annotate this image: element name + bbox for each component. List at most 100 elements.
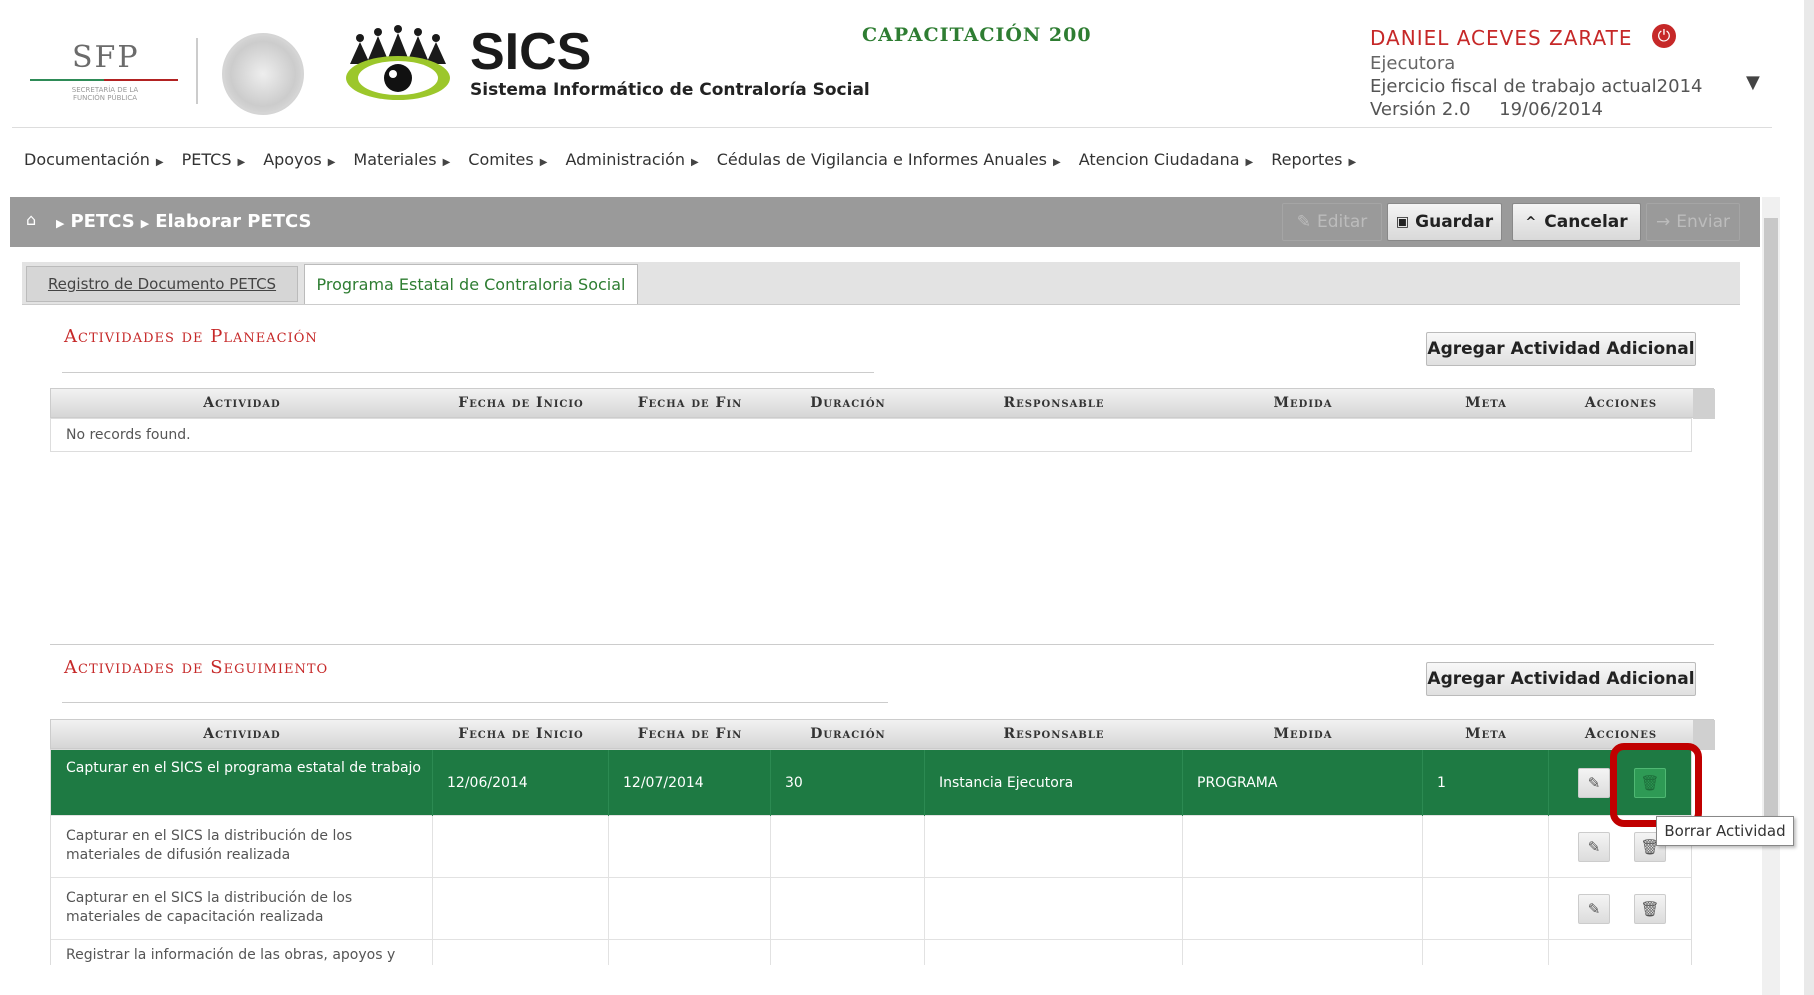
col-duracion[interactable]: Duración: [771, 389, 925, 417]
user-menu-caret-icon[interactable]: ▼: [1746, 72, 1760, 93]
cell-meta: 1: [1437, 775, 1446, 791]
pencil-icon: ✎: [1296, 212, 1311, 232]
sfp-subtitle: SECRETARÍA DE LA FUNCIÓN PÚBLICA: [71, 86, 139, 102]
col-responsable[interactable]: Responsable: [925, 389, 1183, 417]
caret-right-icon: ▶: [1053, 157, 1061, 168]
seguimiento-add-button[interactable]: Agregar Actividad Adicional: [1426, 662, 1696, 696]
main-menu: Documentación ▶ PETCS ▶ Apoyos ▶ Materiales…: [24, 150, 1374, 174]
col-responsable[interactable]: Responsable: [925, 720, 1183, 748]
header-divider-line: [12, 127, 1772, 128]
menu-apoyos[interactable]: Apoyos ▶: [263, 150, 335, 174]
table-row[interactable]: Capturar en el SICS el programa estatal …: [51, 750, 1691, 816]
menu-cedulas[interactable]: Cédulas de Vigilancia e Informes Anuales…: [717, 150, 1061, 174]
chevron-up-icon: ^: [1525, 214, 1537, 230]
caret-right-icon: ▶: [539, 157, 548, 168]
sics-logo-icon: [346, 25, 450, 100]
planeacion-add-button[interactable]: Agregar Actividad Adicional: [1426, 332, 1696, 366]
planeacion-title-underline: [62, 372, 874, 373]
cell-medida: PROGRAMA: [1197, 775, 1278, 791]
trash-icon: 🗑: [1640, 900, 1660, 918]
breadcrumb-petcs[interactable]: PETCS: [70, 211, 134, 232]
caret-right-icon: ▶: [1245, 157, 1254, 168]
header-scroll-spacer: [1693, 389, 1715, 419]
menu-comites[interactable]: Comites ▶: [468, 150, 547, 174]
col-meta[interactable]: Meta: [1423, 389, 1549, 417]
delete-row-button[interactable]: 🗑: [1634, 894, 1666, 924]
menu-petcs[interactable]: PETCS ▶: [182, 150, 246, 174]
delete-tooltip: Borrar Actividad: [1656, 816, 1794, 846]
sfp-logo-line: [30, 79, 178, 81]
pencil-icon: ✎: [1587, 900, 1601, 918]
editar-button[interactable]: ✎ Editar: [1282, 203, 1382, 241]
guardar-button[interactable]: ▣ Guardar: [1387, 203, 1502, 241]
sfp-logo: SFP: [72, 40, 140, 75]
table-row[interactable]: Capturar en el SICS la distribución de l…: [51, 816, 1691, 878]
col-medida[interactable]: Medida: [1183, 720, 1423, 748]
header-divider: [196, 38, 198, 104]
planeacion-table-body: No records found.: [50, 418, 1692, 452]
col-fecha-inicio[interactable]: Fecha de Inicio: [433, 389, 609, 417]
delete-button-highlight: [1610, 743, 1702, 827]
edit-row-button[interactable]: ✎: [1578, 894, 1610, 924]
seguimiento-table-body: Capturar en el SICS el programa estatal …: [50, 749, 1692, 965]
breadcrumb: ▶ PETCS ▶ Elaborar PETCS: [56, 211, 312, 232]
save-icon: ▣: [1395, 214, 1410, 230]
seguimiento-table-header: Actividad Fecha de Inicio Fecha de Fin D…: [50, 719, 1715, 750]
app-subtitle: Sistema Informático de Contraloría Socia…: [470, 80, 870, 100]
app-version: Versión 2.0 19/06/2014: [1370, 99, 1603, 120]
planeacion-title: Actividades de Planeación: [64, 326, 318, 347]
caret-right-icon: ▶: [155, 157, 164, 168]
caret-right-icon: ▶: [691, 157, 699, 168]
cell-fecha-fin: 12/07/2014: [623, 775, 704, 791]
menu-documentacion[interactable]: Documentación ▶: [24, 150, 164, 174]
menu-atencion-ciudadana[interactable]: Atencion Ciudadana ▶: [1079, 150, 1254, 174]
national-seal-icon: [222, 33, 304, 115]
col-fecha-fin[interactable]: Fecha de Fin: [609, 389, 771, 417]
cell-actividad: Registrar la información de las obras, a…: [66, 947, 396, 963]
tab-programa-estatal[interactable]: Programa Estatal de Contraloria Social: [304, 264, 638, 304]
cell-actividad: Capturar en el SICS el programa estatal …: [66, 760, 421, 776]
seguimiento-title: Actividades de Seguimiento: [64, 657, 329, 678]
cell-actividad: Capturar en el SICS la distribución de l…: [66, 828, 353, 863]
logout-power-icon[interactable]: ⏻: [1652, 24, 1676, 48]
caret-right-icon: ▶: [327, 157, 336, 168]
user-fiscal-year: Ejercicio fiscal de trabajo actual2014: [1370, 76, 1703, 97]
cell-duracion: 30: [785, 775, 803, 791]
tab-registro-documento[interactable]: Registro de Documento PETCS: [26, 266, 298, 302]
window-scrollbar[interactable]: [1804, 0, 1814, 995]
table-row[interactable]: Registrar la información de las obras, a…: [51, 940, 1691, 965]
content-scrollbar-thumb[interactable]: [1764, 218, 1778, 818]
cancelar-button[interactable]: ^ Cancelar: [1512, 203, 1641, 241]
col-actividad[interactable]: Actividad: [51, 389, 433, 417]
environment-label: CAPACITACIÓN 200: [862, 24, 1092, 46]
pencil-icon: ✎: [1587, 774, 1601, 792]
section-divider: [50, 644, 1714, 645]
col-acciones: Acciones: [1584, 395, 1658, 411]
user-name: DANIEL ACEVES ZARATE: [1370, 26, 1633, 50]
table-row[interactable]: Capturar en el SICS la distribución de l…: [51, 878, 1691, 940]
edit-row-button[interactable]: ✎: [1578, 832, 1610, 862]
cell-actividad: Capturar en el SICS la distribución de l…: [66, 890, 353, 925]
col-duracion[interactable]: Duración: [771, 720, 925, 748]
cell-responsable: Instancia Ejecutora: [939, 775, 1074, 791]
planeacion-table-header: Actividad Fecha de Inicio Fecha de Fin D…: [50, 388, 1715, 419]
breadcrumb-elaborar: Elaborar PETCS: [155, 211, 312, 232]
menu-materiales[interactable]: Materiales ▶: [353, 150, 450, 174]
enviar-button[interactable]: → Enviar: [1646, 203, 1740, 241]
col-medida[interactable]: Medida: [1183, 389, 1423, 417]
col-actividad[interactable]: Actividad: [51, 720, 433, 748]
col-meta[interactable]: Meta: [1423, 720, 1549, 748]
col-fecha-inicio[interactable]: Fecha de Inicio: [433, 720, 609, 748]
col-fecha-fin[interactable]: Fecha de Fin: [609, 720, 771, 748]
menu-administracion[interactable]: Administración ▶: [565, 150, 698, 174]
empty-message: No records found.: [66, 427, 191, 443]
caret-right-icon: ▶: [442, 157, 451, 168]
caret-right-icon: ▶: [237, 157, 246, 168]
seguimiento-title-underline: [62, 702, 888, 703]
menu-reportes[interactable]: Reportes ▶: [1271, 150, 1356, 174]
home-icon[interactable]: ⌂: [26, 210, 36, 229]
app-name: SICS: [470, 23, 592, 81]
cell-fecha-inicio: 12/06/2014: [447, 775, 528, 791]
pencil-icon: ✎: [1587, 838, 1601, 856]
edit-row-button[interactable]: ✎: [1578, 768, 1610, 798]
